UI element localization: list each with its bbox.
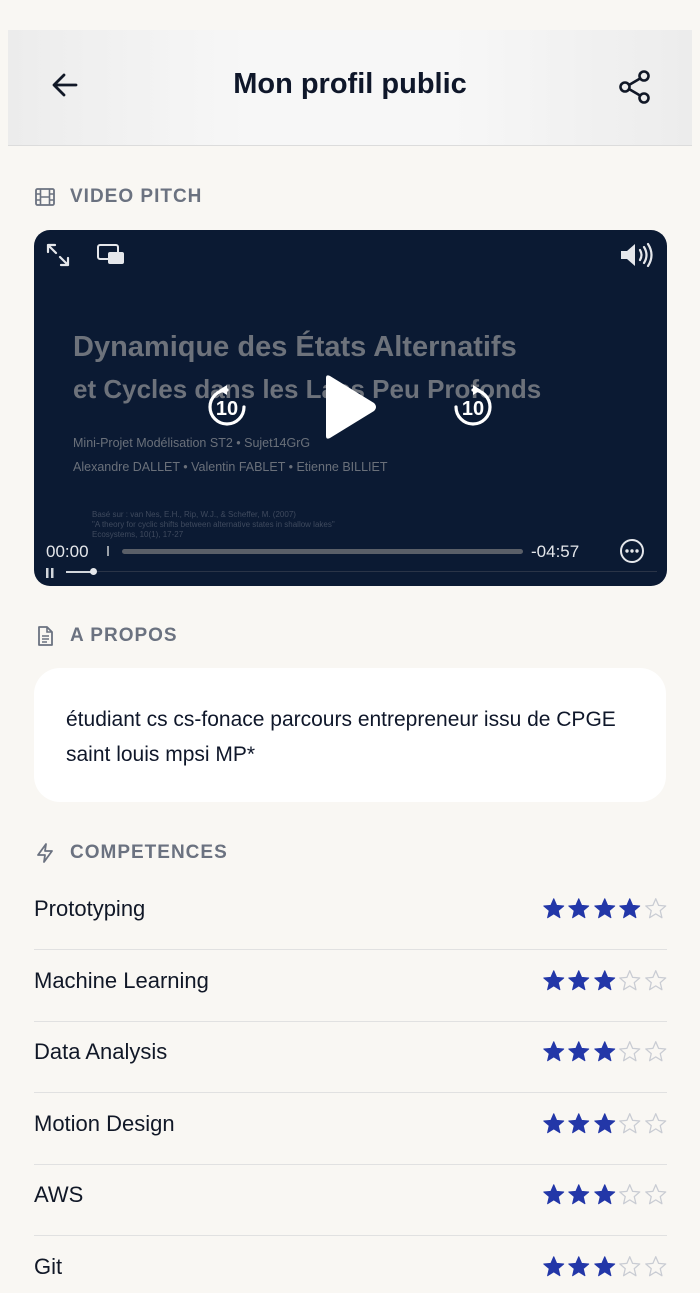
more-icon [620,539,644,563]
skill-name: Machine Learning [34,968,209,993]
top-bar: Mon profil public [8,30,692,146]
star-empty-icon [619,1041,641,1062]
pause-button[interactable] [44,566,56,578]
skill-name: Data Analysis [34,1039,168,1064]
video-pitch-section-label: VIDEO PITCH [34,186,202,208]
star-empty-icon [619,970,641,991]
star-empty-icon [644,1184,666,1205]
about-section-label: A PROPOS [34,625,178,647]
slide-authors: Alexandre DALLET • Valentin FABLET • Eti… [73,460,388,474]
skill-row: Machine Learning [34,950,667,1022]
star-rating [542,1112,668,1135]
section-label-text: A PROPOS [70,625,178,646]
star-filled-icon [568,898,590,919]
play-button[interactable] [318,372,384,442]
current-time: 00:00 [46,542,89,561]
star-empty-icon [644,1256,666,1277]
seek-bar[interactable] [122,549,523,554]
mini-progress-line [97,571,657,572]
star-filled-icon [568,1256,590,1277]
volume-button[interactable] [618,240,656,270]
fullscreen-button[interactable] [44,241,72,269]
svg-text:10: 10 [462,398,484,420]
section-label-text: COMPETENCES [70,842,228,863]
picture-in-picture-button[interactable] [96,242,126,268]
skill-name: Prototyping [34,896,146,921]
star-filled-icon [542,1113,564,1134]
star-filled-icon [593,898,615,919]
forward-10-button[interactable]: 10 [450,384,496,430]
skill-row: Motion Design [34,1093,667,1165]
star-empty-icon [619,1184,641,1205]
star-rating [542,1255,668,1278]
star-filled-icon [542,1256,564,1277]
forward-10-icon: 10 [454,385,492,426]
skill-row: Prototyping [34,878,667,950]
star-filled-icon [593,1113,615,1134]
document-icon [38,626,53,646]
remaining-time: -04:57 [531,542,580,561]
rewind-10-button[interactable]: 10 [204,384,250,430]
play-icon [326,375,376,439]
star-filled-icon [568,970,590,991]
slide-reference: Basé sur : van Nes, E.H., Rip, W.J., & S… [92,510,335,539]
star-rating [542,1040,668,1063]
progress-marker [107,546,109,556]
skill-row: AWS [34,1164,667,1236]
star-rating [542,897,668,920]
skill-name: Git [34,1254,63,1279]
slide-subtitle: Mini-Projet Modélisation ST2 • Sujet14Gr… [73,436,311,450]
star-filled-icon [593,1256,615,1277]
star-empty-icon [644,970,666,991]
star-filled-icon [542,970,564,991]
skill-row: Data Analysis [34,1021,667,1093]
share-icon [619,70,650,104]
star-filled-icon [593,970,615,991]
star-empty-icon [619,1256,641,1277]
pause-icon [46,568,54,578]
star-empty-icon [619,1113,641,1134]
film-icon [35,188,55,206]
star-filled-icon [568,1184,590,1205]
page-title: Mon profil public [233,68,467,100]
picture-in-picture-icon [97,244,124,264]
star-rating [542,969,668,992]
star-rating [542,1183,668,1206]
star-filled-icon [568,1041,590,1062]
skills-section-label: COMPETENCES [34,842,228,864]
lightning-icon [37,843,53,863]
about-card: étudiant cs cs-fonace parcours entrepren… [34,668,666,802]
star-filled-icon [593,1041,615,1062]
expand-icon [46,243,70,267]
star-filled-icon [568,1113,590,1134]
video-player[interactable]: Dynamique des États Alternatifs et Cycle… [34,230,667,586]
star-empty-icon [644,898,666,919]
star-filled-icon [593,1184,615,1205]
more-options-button[interactable] [619,538,645,564]
section-label-text: VIDEO PITCH [70,186,203,207]
star-filled-icon [619,898,641,919]
star-filled-icon [542,1041,564,1062]
star-empty-icon [644,1041,666,1062]
volume-icon [621,242,653,268]
rewind-10-icon: 10 [208,385,246,426]
star-empty-icon [644,1113,666,1134]
skill-row: Git [34,1236,667,1293]
about-text: étudiant cs cs-fonace parcours entrepren… [66,708,616,766]
skill-name: AWS [34,1182,84,1207]
volume-knob[interactable] [90,568,97,575]
svg-text:10: 10 [216,398,238,420]
star-filled-icon [542,898,564,919]
skill-name: Motion Design [34,1111,175,1136]
star-filled-icon [542,1184,564,1205]
share-button[interactable] [618,70,652,104]
